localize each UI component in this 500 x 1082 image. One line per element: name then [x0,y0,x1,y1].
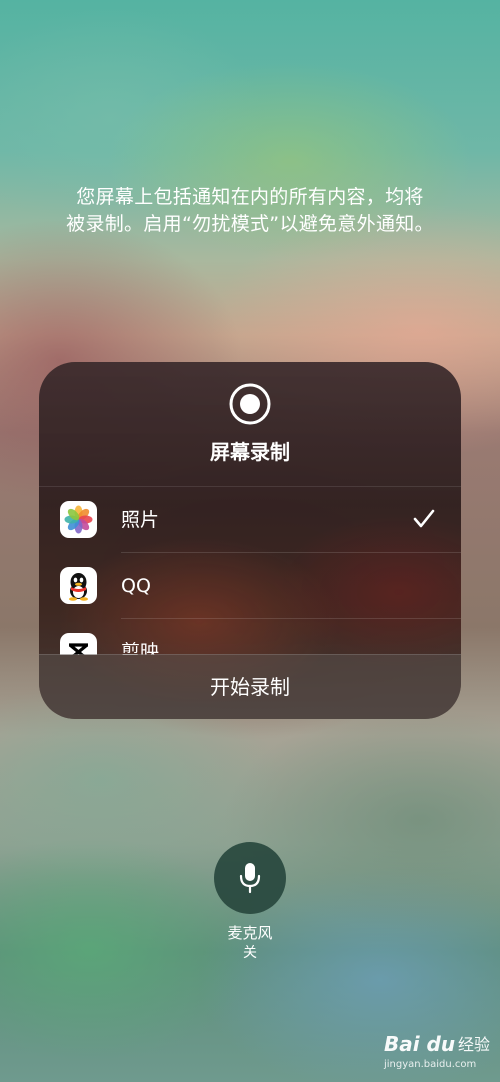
notice-line-1: 您屏幕上包括通知在内的所有内容，均将 [76,186,424,208]
qq-app-icon [60,567,97,604]
notice-line-2: 被录制。启用“勿扰模式”以避免意外通知。 [66,213,434,235]
checkmark-icon [413,509,435,528]
panel-title: 屏幕录制 [210,440,290,464]
capcut-app-icon [60,633,97,655]
app-row-photos[interactable]: 照片 [39,487,461,553]
microphone-state: 关 [243,945,257,961]
photos-app-icon [60,501,97,538]
start-recording-area: 开始录制 [39,654,461,719]
app-list[interactable]: 照片 QQ 剪映 [39,486,461,655]
app-label-qq: QQ [121,575,151,597]
screen-record-icon [229,383,271,425]
app-label-capcut: 剪映 [121,641,160,655]
watermark-url: jingyan.baidu.com [384,1059,477,1070]
microphone-label: 麦克风 [227,924,273,942]
baidu-logo: Bai du [384,1032,456,1056]
app-row-qq[interactable]: QQ [39,553,461,619]
microphone-toggle-button[interactable] [214,842,286,914]
microphone-icon [239,863,261,894]
screen-recording-panel: 屏幕录制 照片 QQ 剪映 开始录制 [39,362,461,719]
recording-notice: 您屏幕上包括通知在内的所有内容，均将 被录制。启用“勿扰模式”以避免意外通知。 [40,184,460,238]
start-recording-button[interactable]: 开始录制 [39,655,461,719]
app-label-photos: 照片 [121,509,160,531]
app-row-capcut[interactable]: 剪映 [39,619,461,655]
baidu-jingyan-watermark: Bai du 经验 jingyan.baidu.com [384,1028,496,1078]
watermark-brand: 经验 [458,1035,491,1054]
